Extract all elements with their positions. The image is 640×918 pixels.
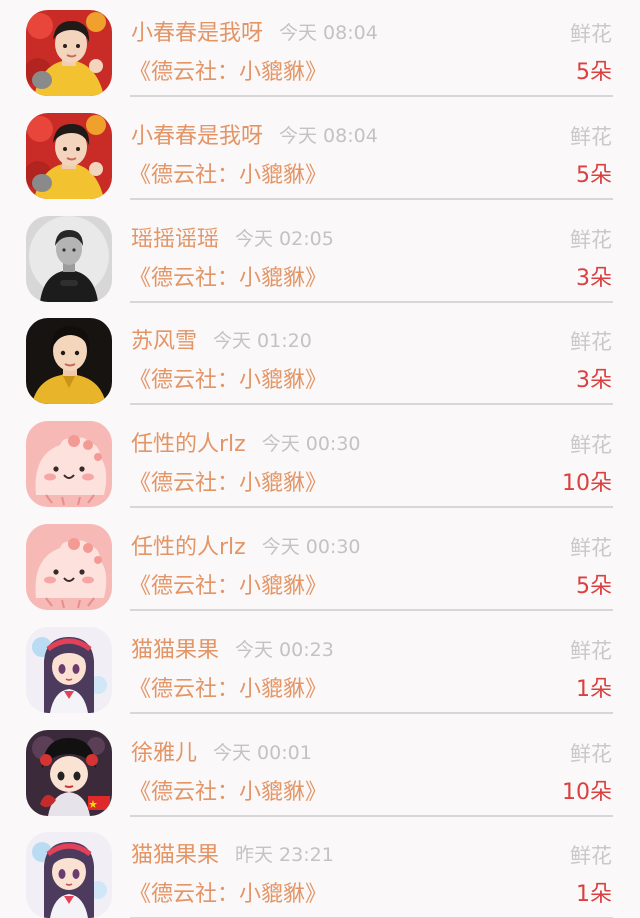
gift-count: 1朵	[576, 882, 612, 908]
timestamp: 今天 01:20	[213, 330, 312, 353]
pink-blob-avatar[interactable]	[26, 421, 112, 508]
pink-blob-avatar[interactable]	[26, 524, 112, 610]
book-title[interactable]: 《德云社：小貔貅》	[129, 778, 327, 808]
book-title[interactable]: 《德云社：小貔貅》	[129, 161, 327, 191]
user-name[interactable]: 小春春是我呀 今天 08:04	[131, 18, 378, 49]
gift-type-label: 鲜花	[570, 741, 612, 766]
chibi-opera-avatar[interactable]	[26, 729, 112, 816]
book-title[interactable]: 《德云社：小貔貅》	[129, 572, 327, 602]
timestamp: 今天 08:04	[279, 22, 378, 44]
list-item[interactable]: 猫猫果果 昨天 23:21 鲜花《德云社：小貔貅》 1朵	[0, 822, 640, 918]
list-item[interactable]: 苏风雪 今天 01:20 鲜花《德云社：小貔貅》 3朵	[0, 308, 640, 410]
list-item[interactable]: 任性的人rlz 今天 00:30 鲜花《德云社：小貔貅》 10朵	[0, 411, 640, 513]
row-divider	[130, 711, 613, 714]
gift-count: 3朵	[576, 368, 612, 394]
row-divider	[130, 609, 613, 611]
timestamp: 今天 00:30	[261, 433, 361, 456]
user-name[interactable]: 瑶摇谣瑶 今天 02:05	[131, 224, 334, 255]
row-divider	[130, 300, 613, 303]
gift-count: 5朵	[576, 162, 612, 188]
book-title[interactable]: 《德云社：小貔貅》	[129, 880, 327, 910]
man-dark-yellow-avatar[interactable]	[26, 318, 112, 405]
user-name[interactable]: 猫猫果果 昨天 23:21	[131, 840, 334, 871]
list-item[interactable]: 任性的人rlz 今天 00:30 鲜花《德云社：小貔貅》 5朵	[0, 514, 640, 616]
timestamp: 今天 02:05	[235, 227, 334, 250]
list-item[interactable]: 小春春是我呀 今天 08:04 鲜花《德云社：小貔貅》 5朵	[0, 103, 640, 205]
book-title[interactable]: 《德云社：小貔貅》	[129, 469, 327, 499]
timestamp: 今天 00:30	[261, 536, 361, 558]
book-title[interactable]: 《德云社：小貔貅》	[129, 58, 327, 88]
gift-count: 1朵	[576, 676, 612, 702]
gift-count: 10朵	[562, 471, 612, 497]
anime-girl-avatar[interactable]	[26, 832, 112, 918]
gift-type-label: 鲜花	[570, 433, 612, 458]
user-name[interactable]: 苏风雪 今天 01:20	[131, 326, 312, 357]
list-item[interactable]: 瑶摇谣瑶 今天 02:05 鲜花《德云社：小貔貅》 3朵	[0, 206, 640, 308]
user-name[interactable]: 小春春是我呀 今天 08:04	[131, 121, 378, 152]
gift-type-label: 鲜花	[570, 536, 612, 560]
man-grayscale-avatar[interactable]	[26, 215, 112, 302]
row-divider	[130, 814, 613, 817]
gift-type-label: 鲜花	[570, 638, 612, 663]
timestamp: 昨天 23:21	[235, 844, 334, 867]
user-name[interactable]: 任性的人rlz 今天 00:30	[131, 532, 361, 563]
gift-count: 3朵	[576, 265, 612, 291]
gift-record-list: 小春春是我呀 今天 08:04 鲜花 《德云社：小貔貅》 5朵 小春春是我呀 今天 08:…	[0, 0, 640, 918]
gift-count: 10朵	[562, 779, 612, 805]
anime-girl-avatar[interactable]	[26, 626, 112, 713]
man-yellow-red-avatar[interactable]	[26, 10, 112, 96]
list-item[interactable]: 猫猫果果 今天 00:23 鲜花《德云社：小貔貅》 1朵	[0, 617, 640, 719]
timestamp: 今天 00:23	[235, 638, 334, 661]
gift-type-label: 鲜花	[570, 227, 612, 252]
row-divider	[130, 197, 613, 200]
timestamp: 今天 08:04	[279, 124, 378, 147]
user-name[interactable]: 任性的人rlz 今天 00:30	[131, 429, 361, 460]
book-title[interactable]: 《德云社：小貔貅》	[129, 675, 327, 705]
book-title[interactable]: 《德云社：小貔貅》	[129, 366, 327, 396]
gift-count: 5朵	[576, 574, 612, 599]
gift-type-label: 鲜花	[570, 22, 612, 46]
gift-count: 5朵	[576, 60, 612, 85]
gift-type-label: 鲜花	[570, 124, 612, 149]
row-divider	[130, 403, 613, 406]
gift-type-label: 鲜花	[570, 330, 612, 355]
book-title[interactable]: 《德云社：小貔貅》	[129, 264, 327, 294]
timestamp: 今天 00:01	[213, 741, 312, 764]
user-name[interactable]: 徐雅儿 今天 00:01	[131, 738, 312, 769]
row-divider	[130, 95, 613, 97]
gift-type-label: 鲜花	[570, 844, 612, 869]
row-divider	[130, 506, 613, 509]
list-item[interactable]: 徐雅儿 今天 00:01 鲜花《德云社：小貔貅》 10朵	[0, 720, 640, 822]
man-yellow-red-avatar[interactable]	[26, 112, 112, 199]
list-item[interactable]: 小春春是我呀 今天 08:04 鲜花《德云社：小貔貅》 5朵	[0, 0, 640, 102]
user-name[interactable]: 猫猫果果 今天 00:23	[131, 635, 334, 666]
